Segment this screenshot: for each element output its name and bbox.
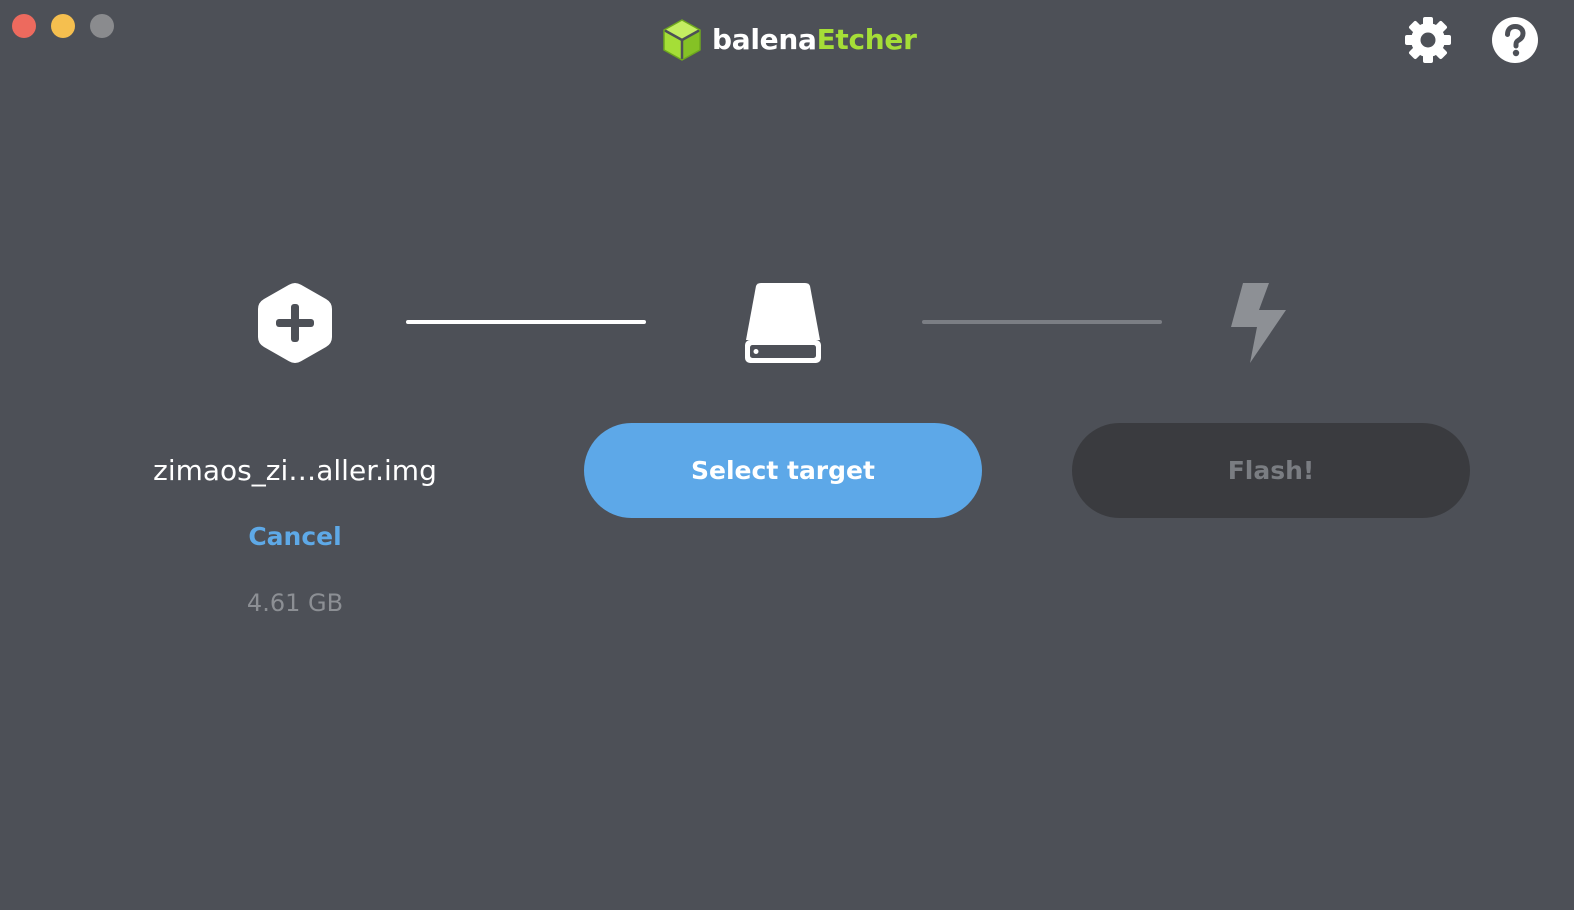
- cube-icon: [663, 19, 701, 61]
- logo-text-balena: balena: [712, 23, 817, 56]
- connector-source-target: [406, 320, 646, 324]
- maximize-window-button[interactable]: [90, 14, 114, 38]
- logo-wordmark: balenaEtcher: [712, 18, 917, 62]
- window-controls: [12, 14, 114, 38]
- cancel-button[interactable]: Cancel: [195, 518, 395, 556]
- app-logo: balenaEtcher: [662, 18, 917, 62]
- select-target-button[interactable]: Select target: [584, 423, 982, 518]
- flash-icon: [1231, 283, 1286, 363]
- help-icon[interactable]: [1491, 16, 1539, 64]
- connector-target-flash: [922, 320, 1162, 324]
- image-filename: zimaos_zi…aller.img: [153, 454, 437, 487]
- close-window-button[interactable]: [12, 14, 36, 38]
- minimize-window-button[interactable]: [51, 14, 75, 38]
- logo-text-etcher: Etcher: [816, 23, 917, 56]
- plus-hexagon-icon[interactable]: [256, 281, 334, 365]
- image-size: 4.61 GB: [246, 589, 344, 617]
- gear-icon[interactable]: [1404, 16, 1452, 64]
- etcher-window: balenaEtcher zimaos_zi…aller.img Cancel: [0, 0, 1574, 910]
- drive-icon: [745, 283, 821, 363]
- flash-button: Flash!: [1072, 423, 1470, 518]
